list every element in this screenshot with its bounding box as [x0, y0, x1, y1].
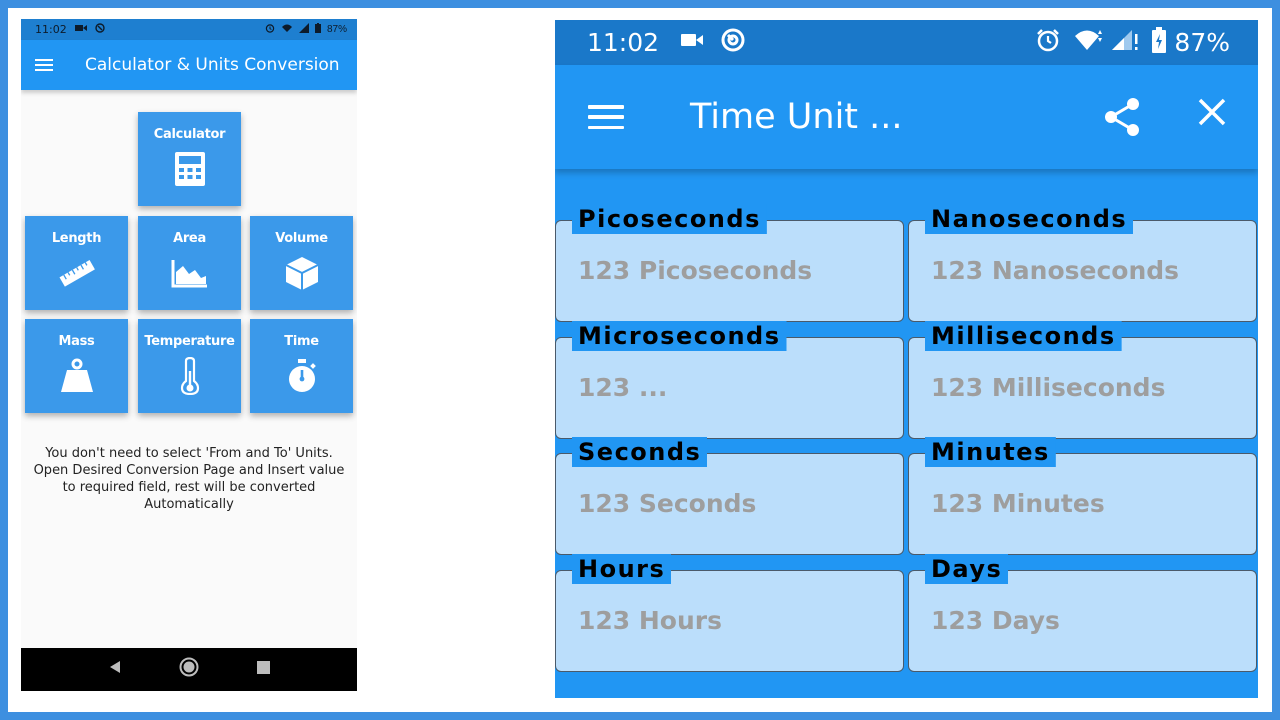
field-label: Hours: [572, 554, 672, 584]
tile-label: Length: [51, 231, 102, 246]
field-placeholder: 123 Minutes: [931, 489, 1105, 518]
time-conversion-screen: 11:02 87% Time Unit ... Picoseconds 123 …: [555, 20, 1258, 698]
menu-icon[interactable]: [588, 105, 624, 129]
calculator-icon: [171, 150, 209, 188]
info-line: Automatically: [144, 497, 234, 512]
field-placeholder: 123 Hours: [578, 606, 722, 635]
status-bar: 11:02 87%: [21, 19, 357, 40]
info-line: You don't need to select 'From and To' U…: [45, 446, 333, 461]
battery-icon: [1152, 27, 1167, 58]
menu-icon[interactable]: [35, 59, 53, 71]
recents-icon[interactable]: [257, 660, 271, 679]
video-camera-icon: [681, 32, 704, 53]
tile-mass[interactable]: Mass: [25, 319, 128, 413]
info-line: to required field, rest will be converte…: [62, 480, 316, 495]
field-placeholder: 123 Nanoseconds: [931, 256, 1180, 285]
field-placeholder: 123 Picoseconds: [578, 256, 813, 285]
alarm-icon: [1036, 28, 1060, 57]
field-label: Seconds: [572, 437, 708, 467]
tile-label: Temperature: [144, 334, 235, 349]
info-line: Open Desired Conversion Page and Insert …: [33, 463, 345, 478]
thermometer-icon: [171, 357, 209, 395]
field-label: Milliseconds: [925, 321, 1122, 351]
wifi-icon: [1074, 28, 1104, 57]
page-title: Calculator & Units Conversion: [85, 55, 340, 75]
status-bar: 11:02 87%: [555, 20, 1258, 65]
tile-volume[interactable]: Volume: [250, 216, 353, 310]
ruler-icon: [58, 254, 96, 292]
area-chart-icon: [171, 254, 209, 292]
tile-label: Calculator: [153, 127, 226, 142]
field-picoseconds[interactable]: Picoseconds 123 Picoseconds: [555, 204, 904, 322]
data-saver-icon: [721, 28, 745, 57]
signal-icon: [1110, 28, 1140, 57]
field-label: Nanoseconds: [925, 204, 1134, 234]
tile-calculator[interactable]: Calculator: [138, 112, 241, 206]
tile-label: Area: [173, 231, 206, 246]
field-placeholder: 123 Milliseconds: [931, 373, 1166, 402]
field-hours[interactable]: Hours 123 Hours: [555, 554, 904, 672]
info-message: You don't need to select 'From and To' U…: [21, 445, 357, 513]
signal-icon: [298, 23, 309, 36]
field-placeholder: 123 Days: [931, 606, 1060, 635]
tile-time[interactable]: Time: [250, 319, 353, 413]
field-label: Microseconds: [572, 321, 787, 351]
tile-length[interactable]: Length: [25, 216, 128, 310]
back-icon[interactable]: [108, 660, 122, 679]
field-nanoseconds[interactable]: Nanoseconds 123 Nanoseconds: [908, 204, 1257, 322]
tile-label: Mass: [58, 334, 95, 349]
status-time: 11:02: [35, 23, 67, 36]
tile-label: Time: [284, 334, 319, 349]
system-nav-bar: [21, 648, 357, 691]
app-bar: Calculator & Units Conversion: [21, 40, 357, 90]
tile-area[interactable]: Area: [138, 216, 241, 310]
field-microseconds[interactable]: Microseconds 123 ...: [555, 321, 904, 439]
home-screen: 11:02 87% Calculator & Units Conversion …: [21, 19, 357, 691]
alarm-icon: [265, 23, 275, 36]
field-placeholder: 123 ...: [578, 373, 668, 402]
field-seconds[interactable]: Seconds 123 Seconds: [555, 437, 904, 555]
field-placeholder: 123 Seconds: [578, 489, 757, 518]
page-title: Time Unit ...: [690, 97, 903, 137]
close-icon[interactable]: [1198, 98, 1226, 131]
data-saver-icon: [95, 23, 105, 36]
field-label: Days: [925, 554, 1009, 584]
field-milliseconds[interactable]: Milliseconds 123 Milliseconds: [908, 321, 1257, 439]
wifi-icon: [281, 23, 293, 36]
weight-icon: [58, 357, 96, 395]
category-grid: Calculator Length Area Volume Mass Tempe…: [21, 112, 357, 422]
tile-label: Volume: [275, 231, 328, 246]
stopwatch-icon: [283, 357, 321, 395]
field-label: Minutes: [925, 437, 1056, 467]
field-days[interactable]: Days 123 Days: [908, 554, 1257, 672]
home-icon[interactable]: [179, 657, 199, 682]
battery-icon: [314, 23, 321, 36]
field-minutes[interactable]: Minutes 123 Minutes: [908, 437, 1257, 555]
battery-percent: 87%: [326, 24, 347, 35]
tile-temperature[interactable]: Temperature: [138, 319, 241, 413]
cube-icon: [283, 254, 321, 292]
app-bar: Time Unit ...: [555, 65, 1258, 169]
field-label: Picoseconds: [572, 204, 767, 234]
share-icon[interactable]: [1103, 97, 1141, 142]
battery-percent: 87%: [1174, 28, 1230, 57]
video-camera-icon: [74, 24, 87, 35]
status-time: 11:02: [587, 28, 660, 57]
